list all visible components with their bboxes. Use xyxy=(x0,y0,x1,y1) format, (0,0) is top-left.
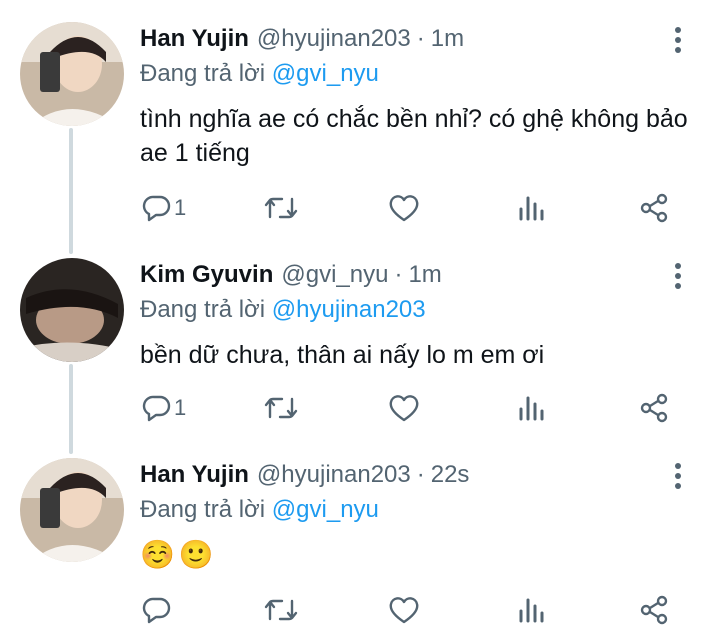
action-bar xyxy=(0,590,720,630)
comment-icon xyxy=(142,597,171,624)
mention-link[interactable]: @gvi_nyu xyxy=(272,496,379,523)
avatar[interactable] xyxy=(20,22,124,126)
action-bar: 1 xyxy=(0,188,720,228)
tweet[interactable]: Han Yujin @hyujinan203 · 1m Đang trả lời… xyxy=(0,22,720,232)
timestamp[interactable]: 1m xyxy=(431,25,464,53)
separator: · xyxy=(394,261,403,288)
author-name[interactable]: Kim Gyuvin xyxy=(140,261,273,289)
tweet[interactable]: Han Yujin @hyujinan203 · 22s Đang trả lờ… xyxy=(0,458,720,636)
like-button[interactable] xyxy=(388,388,420,428)
smiling-emoji: ☺️ xyxy=(140,539,175,570)
mention-link[interactable]: @gvi_nyu xyxy=(272,60,379,87)
comment-icon xyxy=(142,195,171,222)
share-icon xyxy=(640,393,668,423)
author-handle[interactable]: @hyujinan203 xyxy=(257,461,411,489)
retweet-button[interactable] xyxy=(264,590,298,630)
author-handle[interactable]: @hyujinan203 xyxy=(257,25,411,53)
reply-button[interactable]: 1 xyxy=(142,388,186,428)
analytics-button[interactable] xyxy=(516,590,546,630)
avatar[interactable] xyxy=(20,458,124,562)
reply-context: Đang trả lời @gvi_nyu xyxy=(140,60,379,88)
reply-prefix: Đang trả lời xyxy=(140,496,266,523)
separator: · xyxy=(416,461,425,488)
reply-prefix: Đang trả lời xyxy=(140,60,266,87)
more-vertical-icon[interactable] xyxy=(668,26,688,54)
tweet-header: Kim Gyuvin @gvi_nyu · 1m xyxy=(140,258,442,292)
retweet-icon xyxy=(264,599,298,621)
timestamp[interactable]: 22s xyxy=(431,461,470,489)
analytics-icon xyxy=(519,598,544,623)
tweet-header: Han Yujin @hyujinan203 · 1m xyxy=(140,22,464,56)
author-name[interactable]: Han Yujin xyxy=(140,25,249,53)
retweet-button[interactable] xyxy=(264,188,298,228)
like-button[interactable] xyxy=(388,590,420,630)
tweet-text: ☺️ 🙂 xyxy=(140,538,700,572)
analytics-icon xyxy=(519,396,544,421)
heart-icon xyxy=(389,195,419,222)
analytics-button[interactable] xyxy=(516,388,546,428)
comment-icon xyxy=(142,395,171,422)
more-vertical-icon[interactable] xyxy=(668,462,688,490)
reply-context: Đang trả lời @hyujinan203 xyxy=(140,296,426,324)
mention-link[interactable]: @hyujinan203 xyxy=(272,296,426,323)
more-vertical-icon[interactable] xyxy=(668,262,688,290)
reply-count: 1 xyxy=(174,395,187,420)
tweet[interactable]: Kim Gyuvin @gvi_nyu · 1m Đang trả lời @h… xyxy=(0,258,720,438)
reply-button[interactable] xyxy=(142,590,174,630)
tweet-header: Han Yujin @hyujinan203 · 22s xyxy=(140,458,469,492)
author-name[interactable]: Han Yujin xyxy=(140,461,249,489)
share-icon xyxy=(640,193,668,223)
analytics-icon xyxy=(519,196,544,221)
heart-icon xyxy=(389,597,419,624)
tweet-text: tình nghĩa ae có chắc bền nhỉ? có ghệ kh… xyxy=(140,105,688,167)
share-button[interactable] xyxy=(638,590,670,630)
reply-context: Đang trả lời @gvi_nyu xyxy=(140,496,379,524)
avatar[interactable] xyxy=(20,258,124,362)
reply-prefix: Đang trả lời xyxy=(140,296,266,323)
separator: · xyxy=(416,25,425,52)
reply-count: 1 xyxy=(174,195,187,220)
retweet-icon xyxy=(264,197,298,219)
share-button[interactable] xyxy=(638,388,670,428)
share-button[interactable] xyxy=(638,188,670,228)
slight-smile-emoji: 🙂 xyxy=(178,539,214,570)
analytics-button[interactable] xyxy=(516,188,546,228)
author-handle[interactable]: @gvi_nyu xyxy=(281,261,388,289)
like-button[interactable] xyxy=(388,188,420,228)
heart-icon xyxy=(389,395,419,422)
action-bar: 1 xyxy=(0,388,720,428)
retweet-button[interactable] xyxy=(264,388,298,428)
reply-button[interactable]: 1 xyxy=(142,188,186,228)
share-icon xyxy=(640,595,668,625)
retweet-icon xyxy=(264,397,298,419)
timestamp[interactable]: 1m xyxy=(408,261,441,289)
tweet-text: bền dữ chưa, thân ai nấy lo m em ơi xyxy=(140,341,545,369)
